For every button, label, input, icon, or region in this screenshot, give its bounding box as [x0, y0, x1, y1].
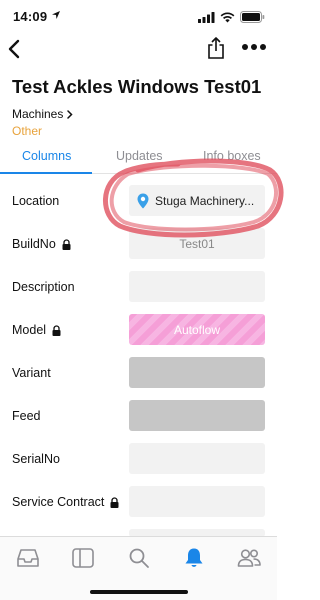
tab-bar: Columns Updates Info boxes [0, 142, 277, 174]
feed-field[interactable] [129, 400, 265, 431]
field-label-text: Model [12, 323, 47, 337]
sidebar-icon[interactable] [70, 546, 96, 570]
battery-icon [240, 11, 265, 23]
lock-icon [52, 324, 61, 336]
page-title: Test Ackles Windows Test01 [12, 76, 262, 97]
field-label-text: Location [12, 194, 60, 208]
field-label: SerialNo [12, 452, 60, 466]
field-label: Location [12, 194, 59, 208]
field-row-buildno: BuildNo Test01 [0, 228, 277, 260]
buildno-field[interactable]: Test01 [129, 228, 265, 259]
status-indicators [198, 11, 265, 23]
field-label-text: Service Contract [12, 495, 105, 509]
location-arrow-icon [52, 11, 60, 19]
field-row-variant: Variant [0, 357, 277, 389]
model-field[interactable]: Autoflow [129, 314, 265, 345]
field-row-feed: Feed [0, 400, 277, 432]
lock-icon [62, 238, 71, 250]
field-row-location: Location Stuga Machinery... [0, 185, 277, 217]
field-row-serialno: SerialNo [0, 443, 277, 475]
bottom-tab-bar [0, 536, 277, 600]
field-label: Service Contract [12, 495, 119, 509]
field-label-text: BuildNo [12, 237, 56, 251]
description-field[interactable] [129, 271, 265, 302]
back-chevron-icon[interactable] [6, 38, 24, 60]
search-icon[interactable] [126, 546, 152, 570]
active-tab-indicator [0, 172, 92, 174]
service-contract-field[interactable] [129, 486, 265, 517]
bell-icon[interactable] [181, 546, 207, 570]
navigation-bar [0, 32, 277, 68]
chevron-right-icon [67, 109, 73, 119]
field-label: BuildNo [12, 237, 71, 251]
wifi-icon [220, 11, 235, 22]
breadcrumb-label: Machines [12, 107, 64, 121]
field-label-text: SerialNo [12, 452, 60, 466]
status-bar: 14:09 [0, 0, 277, 32]
home-indicator [90, 590, 188, 594]
serialno-field[interactable] [129, 443, 265, 474]
breadcrumb[interactable]: Machines [12, 107, 73, 121]
share-icon[interactable] [206, 36, 226, 60]
field-row-description: Description [0, 271, 277, 303]
field-label: Feed [12, 409, 41, 423]
field-row-service-contract: Service Contract [0, 486, 277, 518]
people-icon[interactable] [236, 546, 262, 570]
tab-columns[interactable]: Columns [22, 149, 71, 163]
field-row-model: Model Autoflow [0, 314, 277, 346]
field-label-text: Feed [12, 409, 41, 423]
field-label-text: Description [12, 280, 75, 294]
inbox-icon[interactable] [15, 546, 41, 570]
status-time: 14:09 [13, 9, 48, 24]
map-pin-icon [137, 193, 149, 208]
variant-field[interactable] [129, 357, 265, 388]
tab-info-boxes[interactable]: Info boxes [203, 149, 261, 163]
location-value: Stuga Machinery... [155, 193, 255, 208]
signal-icon [198, 11, 215, 23]
field-label: Description [12, 280, 75, 294]
field-label-text: Variant [12, 366, 51, 380]
field-label: Model [12, 323, 61, 337]
field-label: Variant [12, 366, 51, 380]
location-field[interactable]: Stuga Machinery... [129, 185, 265, 216]
more-options-icon[interactable] [242, 44, 266, 52]
tab-updates[interactable]: Updates [116, 149, 163, 163]
lock-icon [110, 496, 119, 508]
category-label: Other [12, 124, 43, 138]
